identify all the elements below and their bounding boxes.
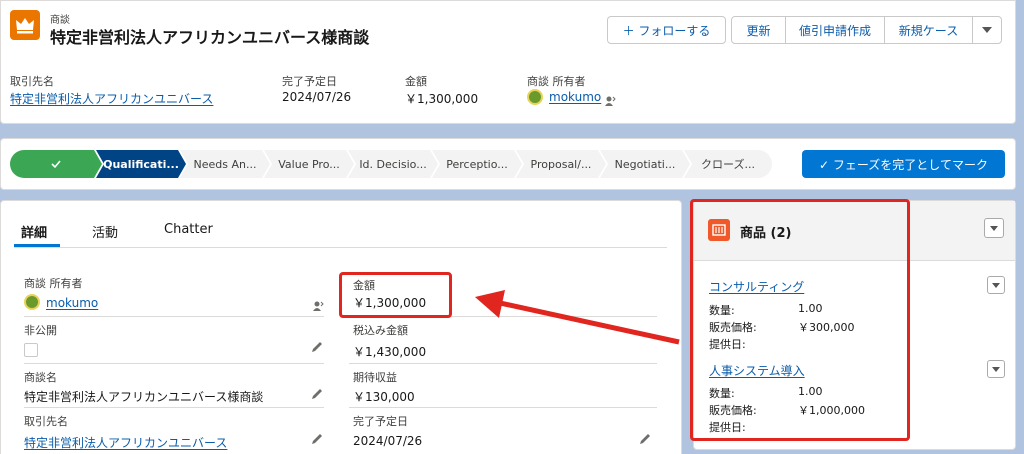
annotation-arrow [475,290,680,345]
